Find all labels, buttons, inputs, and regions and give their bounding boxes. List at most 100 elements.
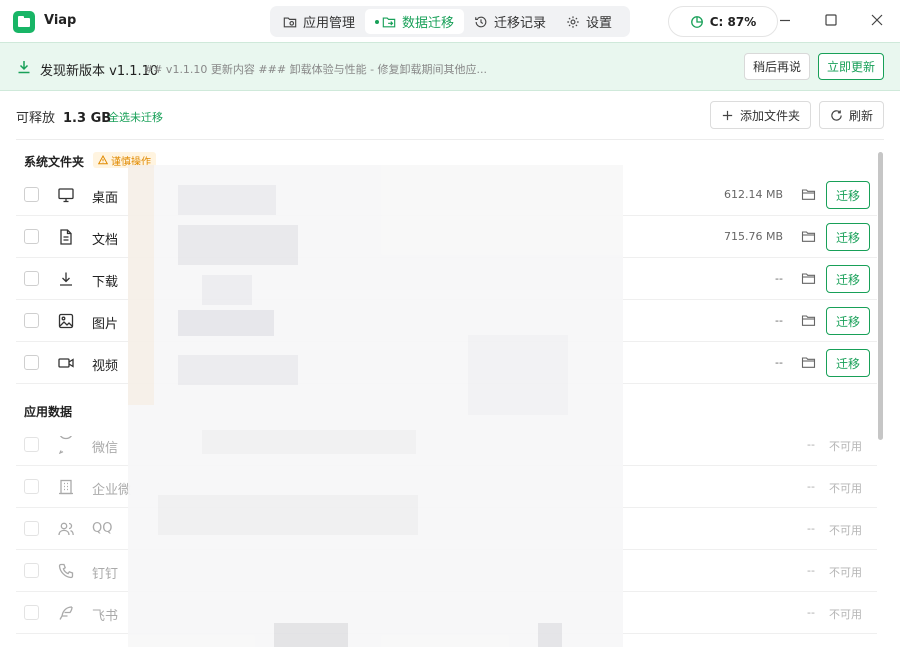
tab-migration-history-label: 迁移记录 <box>494 16 547 31</box>
open-folder-icon[interactable] <box>801 229 816 244</box>
row-checkbox <box>24 479 39 494</box>
update-notes: ## v1.1.10 更新内容 ### 卸载体验与性能 - 修复卸载期间其他应.… <box>144 63 488 76</box>
redaction-block <box>274 623 348 647</box>
row-size: -- <box>775 314 783 327</box>
folder-icon <box>283 16 297 27</box>
row-label: 桌面 <box>92 191 119 206</box>
row-size: 715.76 MB <box>723 230 783 243</box>
plus-icon <box>722 110 733 120</box>
redaction-block <box>178 225 298 265</box>
redaction-block <box>128 165 154 405</box>
row-size: 612.14 MB <box>723 188 783 201</box>
users-icon <box>57 520 75 538</box>
open-folder-icon[interactable] <box>801 271 816 286</box>
refresh-icon <box>831 109 842 121</box>
tab-app-management[interactable]: 应用管理 <box>273 9 365 34</box>
tab-settings[interactable]: 设置 <box>556 9 622 34</box>
chat-bubble-icon <box>57 425 75 455</box>
row-size: -- <box>807 522 815 535</box>
tab-settings-label: 设置 <box>586 16 613 31</box>
row-label: QQ <box>92 521 113 536</box>
row-label: 图片 <box>92 317 119 332</box>
title-bar: Viap 应用管理 数据迁移 迁移记录 设置 C: 87% <box>0 0 900 42</box>
migrate-button[interactable]: 迁移 <box>826 307 870 335</box>
disk-usage-label: C: 87% <box>709 14 757 29</box>
row-checkbox[interactable] <box>24 355 39 370</box>
download-icon <box>57 270 75 288</box>
disk-usage-badge[interactable]: C: 87% <box>668 6 778 37</box>
migrate-button[interactable]: 迁移 <box>826 265 870 293</box>
app-title: Viap <box>44 13 77 28</box>
redaction-block <box>178 355 298 385</box>
unavailable-status: 不可用 <box>829 524 862 537</box>
row-checkbox[interactable] <box>24 187 39 202</box>
releasable-summary: 可释放 1.3 GB <box>16 107 111 126</box>
row-checkbox[interactable] <box>24 229 39 244</box>
close-button[interactable] <box>869 12 885 28</box>
unavailable-status: 不可用 <box>829 608 862 621</box>
releasable-label: 可释放 <box>16 111 56 126</box>
main-nav: 应用管理 数据迁移 迁移记录 设置 <box>270 6 630 37</box>
update-now-button[interactable]: 立即更新 <box>818 53 884 80</box>
refresh-label: 刷新 <box>848 108 873 123</box>
row-label: 微信 <box>92 441 119 456</box>
tab-data-migration-label: 数据迁移 <box>402 16 455 31</box>
scrollbar-thumb[interactable] <box>878 152 883 440</box>
redaction-block <box>202 275 252 305</box>
tab-migration-history[interactable]: 迁移记录 <box>464 9 556 34</box>
open-folder-icon[interactable] <box>801 187 816 202</box>
minimize-icon <box>780 19 790 22</box>
row-checkbox[interactable] <box>24 271 39 286</box>
maximize-button[interactable] <box>823 12 839 28</box>
gear-icon <box>567 15 579 28</box>
redaction-block <box>202 430 416 454</box>
remind-later-button[interactable]: 稍后再说 <box>744 53 810 80</box>
open-folder-icon[interactable] <box>801 355 816 370</box>
migrate-button[interactable]: 迁移 <box>826 349 870 377</box>
row-size: -- <box>775 356 783 369</box>
migrate-button[interactable]: 迁移 <box>826 223 870 251</box>
row-checkbox <box>24 437 39 452</box>
row-size: -- <box>807 438 815 451</box>
update-banner: 发现新版本 v1.1.10 ## v1.1.10 更新内容 ### 卸载体验与性… <box>0 42 900 91</box>
unavailable-status: 不可用 <box>829 440 862 453</box>
row-size: -- <box>807 564 815 577</box>
select-all-unmigrated-link[interactable]: 全选未迁移 <box>108 109 163 125</box>
row-label: 文档 <box>92 233 119 248</box>
tab-data-migration[interactable]: 数据迁移 <box>365 9 465 34</box>
add-folder-button[interactable]: 添加文件夹 <box>710 101 811 129</box>
minimize-button[interactable] <box>777 12 793 28</box>
row-checkbox <box>24 563 39 578</box>
row-size: -- <box>775 272 783 285</box>
row-label: 钉钉 <box>92 567 119 582</box>
tab-app-management-label: 应用管理 <box>303 16 356 31</box>
close-icon <box>871 14 883 26</box>
maximize-icon <box>825 14 837 26</box>
open-folder-icon[interactable] <box>801 313 816 328</box>
phone-icon <box>57 562 75 580</box>
migrate-button[interactable]: 迁移 <box>826 181 870 209</box>
row-checkbox <box>24 605 39 620</box>
image-icon <box>57 312 75 330</box>
update-title: 发现新版本 v1.1.10 <box>40 64 159 79</box>
add-folder-label: 添加文件夹 <box>739 108 800 123</box>
row-checkbox[interactable] <box>24 313 39 328</box>
folder-move-icon <box>382 16 396 27</box>
refresh-button[interactable]: 刷新 <box>819 101 884 129</box>
app-logo-icon <box>13 11 35 33</box>
pie-chart-icon <box>690 15 703 28</box>
releasable-size: 1.3 GB <box>63 111 112 126</box>
row-label: 视频 <box>92 359 119 374</box>
redaction-block <box>538 623 562 647</box>
app-data-title: 应用数据 <box>24 405 73 419</box>
history-icon <box>475 16 487 27</box>
feather-icon <box>57 604 75 622</box>
redaction-block <box>178 310 274 336</box>
download-arrow-icon <box>18 61 30 74</box>
row-label: 企业微 <box>92 483 132 498</box>
row-label: 下载 <box>92 275 119 290</box>
row-checkbox <box>24 521 39 536</box>
toolbar-divider <box>16 139 884 140</box>
redaction-block <box>158 495 418 535</box>
video-icon <box>57 354 75 372</box>
